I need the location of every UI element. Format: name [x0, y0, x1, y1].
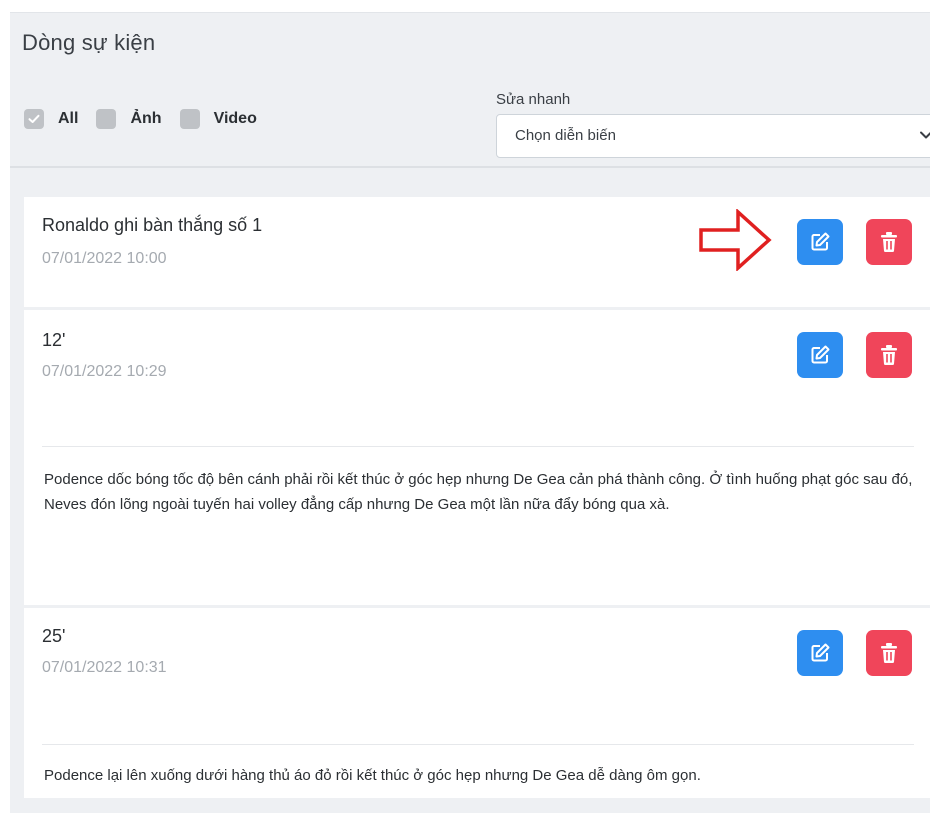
filter-all-label: All [58, 110, 79, 127]
filter-video[interactable]: Video [179, 109, 257, 129]
event-description: Podence lại lên xuống dưới hàng thủ áo đ… [44, 767, 701, 784]
card-divider [42, 744, 914, 745]
filter-all-checkbox[interactable] [24, 109, 44, 129]
filter-video-label: Video [213, 110, 257, 127]
chevron-down-icon [920, 131, 930, 139]
event-time: 07/01/2022 10:29 [42, 363, 167, 380]
filter-image-checkbox[interactable] [96, 109, 117, 129]
filter-image[interactable]: Ảnh [96, 109, 162, 129]
event-title: 25' [42, 626, 66, 646]
edit-button[interactable] [797, 219, 843, 265]
quick-edit-select[interactable]: Chọn diễn biến [496, 114, 930, 158]
arrow-right-icon [699, 209, 772, 271]
edit-button[interactable] [797, 332, 843, 378]
event-time: 07/01/2022 10:00 [42, 250, 167, 267]
section-divider [10, 166, 930, 168]
filter-all[interactable]: All [24, 109, 78, 129]
event-card: 12' 07/01/2022 10:29 Podence dốc bóng tố… [24, 310, 930, 605]
trash-icon [881, 345, 897, 366]
event-time: 07/01/2022 10:31 [42, 659, 167, 676]
trash-icon [881, 232, 897, 253]
edit-icon [811, 345, 830, 364]
event-card: Ronaldo ghi bàn thắng số 1 07/01/2022 10… [24, 197, 930, 307]
media-filter-group: All Ảnh Video [24, 109, 275, 129]
edit-icon [811, 643, 830, 662]
edit-icon [811, 232, 830, 251]
event-card: 25' 07/01/2022 10:31 Podence lại lên xuố… [24, 608, 930, 798]
panel-title: Dòng sự kiện [22, 30, 156, 55]
filter-video-checkbox[interactable] [179, 109, 200, 129]
filter-image-label: Ảnh [130, 110, 162, 127]
delete-button[interactable] [866, 332, 912, 378]
quick-edit-label: Sửa nhanh [496, 91, 571, 108]
delete-button[interactable] [866, 630, 912, 676]
edit-button[interactable] [797, 630, 843, 676]
event-title: Ronaldo ghi bàn thắng số 1 [42, 215, 263, 235]
check-icon [28, 114, 40, 123]
quick-edit-select-value: Chọn diễn biến [515, 127, 616, 144]
card-divider [42, 446, 914, 447]
trash-icon [881, 643, 897, 664]
event-title: 12' [42, 330, 66, 350]
delete-button[interactable] [866, 219, 912, 265]
event-description: Podence dốc bóng tốc độ bên cánh phải rồ… [44, 471, 913, 513]
